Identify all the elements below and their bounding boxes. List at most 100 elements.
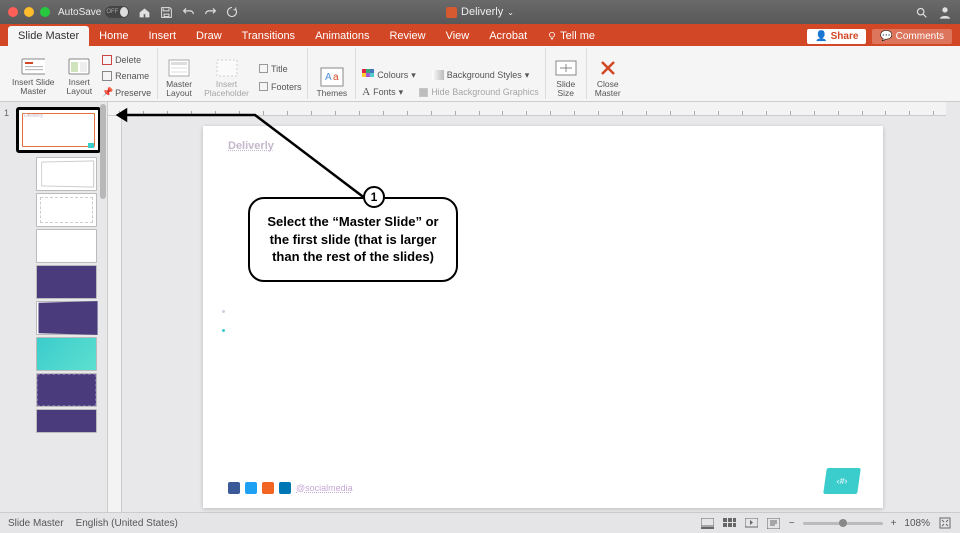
title-chevron-icon[interactable]: ⌄ xyxy=(507,8,514,17)
autosave-toggle[interactable]: AutoSave OFF xyxy=(58,6,129,18)
undo-icon[interactable] xyxy=(181,5,195,19)
slide-navigator: 1 Deliverly xyxy=(0,102,108,512)
close-window-button[interactable] xyxy=(8,7,18,17)
insert-slide-master-button[interactable]: Insert Slide Master xyxy=(8,54,59,99)
tab-animations[interactable]: Animations xyxy=(305,26,379,46)
chevron-down-icon: ▾ xyxy=(411,70,416,81)
redo-icon[interactable] xyxy=(203,5,217,19)
minimize-window-button[interactable] xyxy=(24,7,34,17)
view-mode-label: Slide Master xyxy=(8,518,64,529)
group-themes: Aa Themes xyxy=(308,48,356,99)
tab-acrobat[interactable]: Acrobat xyxy=(479,26,537,46)
layout-thumbnail[interactable] xyxy=(36,409,97,433)
bg-styles-icon xyxy=(432,70,444,80)
tab-slide-master[interactable]: Slide Master xyxy=(8,26,89,46)
fonts-icon: A xyxy=(362,86,370,98)
callout-text: Select the “Master Slide” or the first s… xyxy=(248,197,458,282)
home-icon[interactable] xyxy=(137,5,151,19)
tab-home[interactable]: Home xyxy=(89,26,138,46)
tell-me[interactable]: Tell me xyxy=(537,26,605,46)
fit-to-window-button[interactable] xyxy=(938,516,952,530)
notes-view-button[interactable] xyxy=(701,516,715,530)
layout-thumbnail[interactable] xyxy=(36,301,97,335)
svg-text:A: A xyxy=(325,72,332,83)
zoom-slider[interactable] xyxy=(803,522,883,525)
rename-button[interactable]: Rename xyxy=(100,70,153,82)
zoom-in-button[interactable]: + xyxy=(891,518,897,529)
facebook-icon[interactable] xyxy=(228,482,240,494)
lightbulb-icon xyxy=(547,31,557,41)
colours-dropdown[interactable]: Colours ▾ xyxy=(360,68,418,82)
tab-view[interactable]: View xyxy=(436,26,480,46)
account-icon[interactable] xyxy=(938,5,952,19)
share-button[interactable]: 👤 Share xyxy=(807,29,866,44)
tabs-right: 👤 Share 💬 Comments xyxy=(807,29,952,46)
slide-editor[interactable]: Deliverly @socialmedia ‹#› xyxy=(203,126,883,508)
delete-icon xyxy=(102,55,112,65)
fonts-dropdown[interactable]: AFonts ▾ xyxy=(360,85,405,99)
insert-placeholder-button[interactable]: Insert Placeholder xyxy=(200,56,253,99)
slide-title-placeholder[interactable]: Deliverly xyxy=(228,140,274,152)
layout-thumbnail[interactable] xyxy=(36,157,97,191)
powerpoint-icon xyxy=(446,7,457,18)
pin-icon: 📌 xyxy=(102,87,112,98)
slide-number: 1 xyxy=(4,108,9,118)
close-icon xyxy=(596,58,620,78)
colours-icon xyxy=(362,69,374,81)
layout-thumbnail[interactable] xyxy=(36,373,97,407)
panel-scrollbar[interactable] xyxy=(99,102,107,272)
slideshow-view-button[interactable] xyxy=(745,516,759,530)
slide-footer: @socialmedia xyxy=(228,482,353,494)
chevron-down-icon: ▾ xyxy=(399,87,404,98)
maximize-window-button[interactable] xyxy=(40,7,50,17)
zoom-level[interactable]: 108% xyxy=(904,518,930,529)
window-controls xyxy=(8,7,50,17)
insert-layout-button[interactable]: Insert Layout xyxy=(63,54,97,99)
autosave-switch[interactable]: OFF xyxy=(105,6,129,18)
tab-draw[interactable]: Draw xyxy=(186,26,232,46)
delete-button[interactable]: Delete xyxy=(100,54,153,66)
slide-size-button[interactable]: Slide Size xyxy=(550,56,582,99)
tab-insert[interactable]: Insert xyxy=(138,26,186,46)
close-master-button[interactable]: Close Master xyxy=(591,56,625,99)
zoom-slider-knob[interactable] xyxy=(839,519,847,527)
reading-view-button[interactable] xyxy=(767,516,781,530)
layout-thumbnail[interactable] xyxy=(36,265,97,299)
group-close: Close Master xyxy=(587,48,629,99)
tab-review[interactable]: Review xyxy=(379,26,435,46)
titlebar-right xyxy=(914,5,952,19)
twitter-icon[interactable] xyxy=(245,482,257,494)
bg-styles-dropdown[interactable]: Background Styles ▾ xyxy=(430,68,532,82)
language-label[interactable]: English (United States) xyxy=(76,518,178,529)
scrollbar-thumb[interactable] xyxy=(100,104,106,199)
quick-access-toolbar xyxy=(137,5,239,19)
document-title-wrap: Deliverly ⌄ xyxy=(446,6,514,18)
google-plus-icon[interactable] xyxy=(262,482,274,494)
layout-thumbnail[interactable] xyxy=(36,337,97,371)
bullet-icon xyxy=(222,329,225,332)
themes-button[interactable]: Aa Themes xyxy=(312,65,351,100)
title-checkbox[interactable]: Title xyxy=(257,63,304,75)
social-handle[interactable]: @socialmedia xyxy=(296,483,353,493)
search-icon[interactable] xyxy=(914,5,928,19)
layout-thumbnail[interactable] xyxy=(36,229,97,263)
repeat-icon[interactable] xyxy=(225,5,239,19)
footers-checkbox[interactable]: Footers xyxy=(257,81,304,93)
tab-transitions[interactable]: Transitions xyxy=(232,26,305,46)
zoom-out-button[interactable]: − xyxy=(789,518,795,529)
comments-button[interactable]: 💬 Comments xyxy=(872,29,952,44)
master-layout-button[interactable]: Master Layout xyxy=(162,56,196,99)
hide-bg-checkbox[interactable]: Hide Background Graphics xyxy=(417,85,541,99)
chevron-down-icon: ▾ xyxy=(525,70,530,81)
preserve-button[interactable]: 📌Preserve xyxy=(100,86,153,99)
callout-number: 1 xyxy=(363,186,385,208)
master-slide-thumbnail[interactable]: Deliverly xyxy=(16,107,101,153)
layout-thumbnail[interactable] xyxy=(36,193,97,227)
group-master-layout: Master Layout Insert Placeholder Title F… xyxy=(158,48,308,99)
slide-size-icon xyxy=(554,58,578,78)
editor-canvas[interactable]: Deliverly @socialmedia ‹#› 1 Select the … xyxy=(108,102,960,512)
linkedin-icon[interactable] xyxy=(279,482,291,494)
save-icon[interactable] xyxy=(159,5,173,19)
svg-text:a: a xyxy=(333,72,339,83)
normal-view-button[interactable] xyxy=(723,516,737,530)
